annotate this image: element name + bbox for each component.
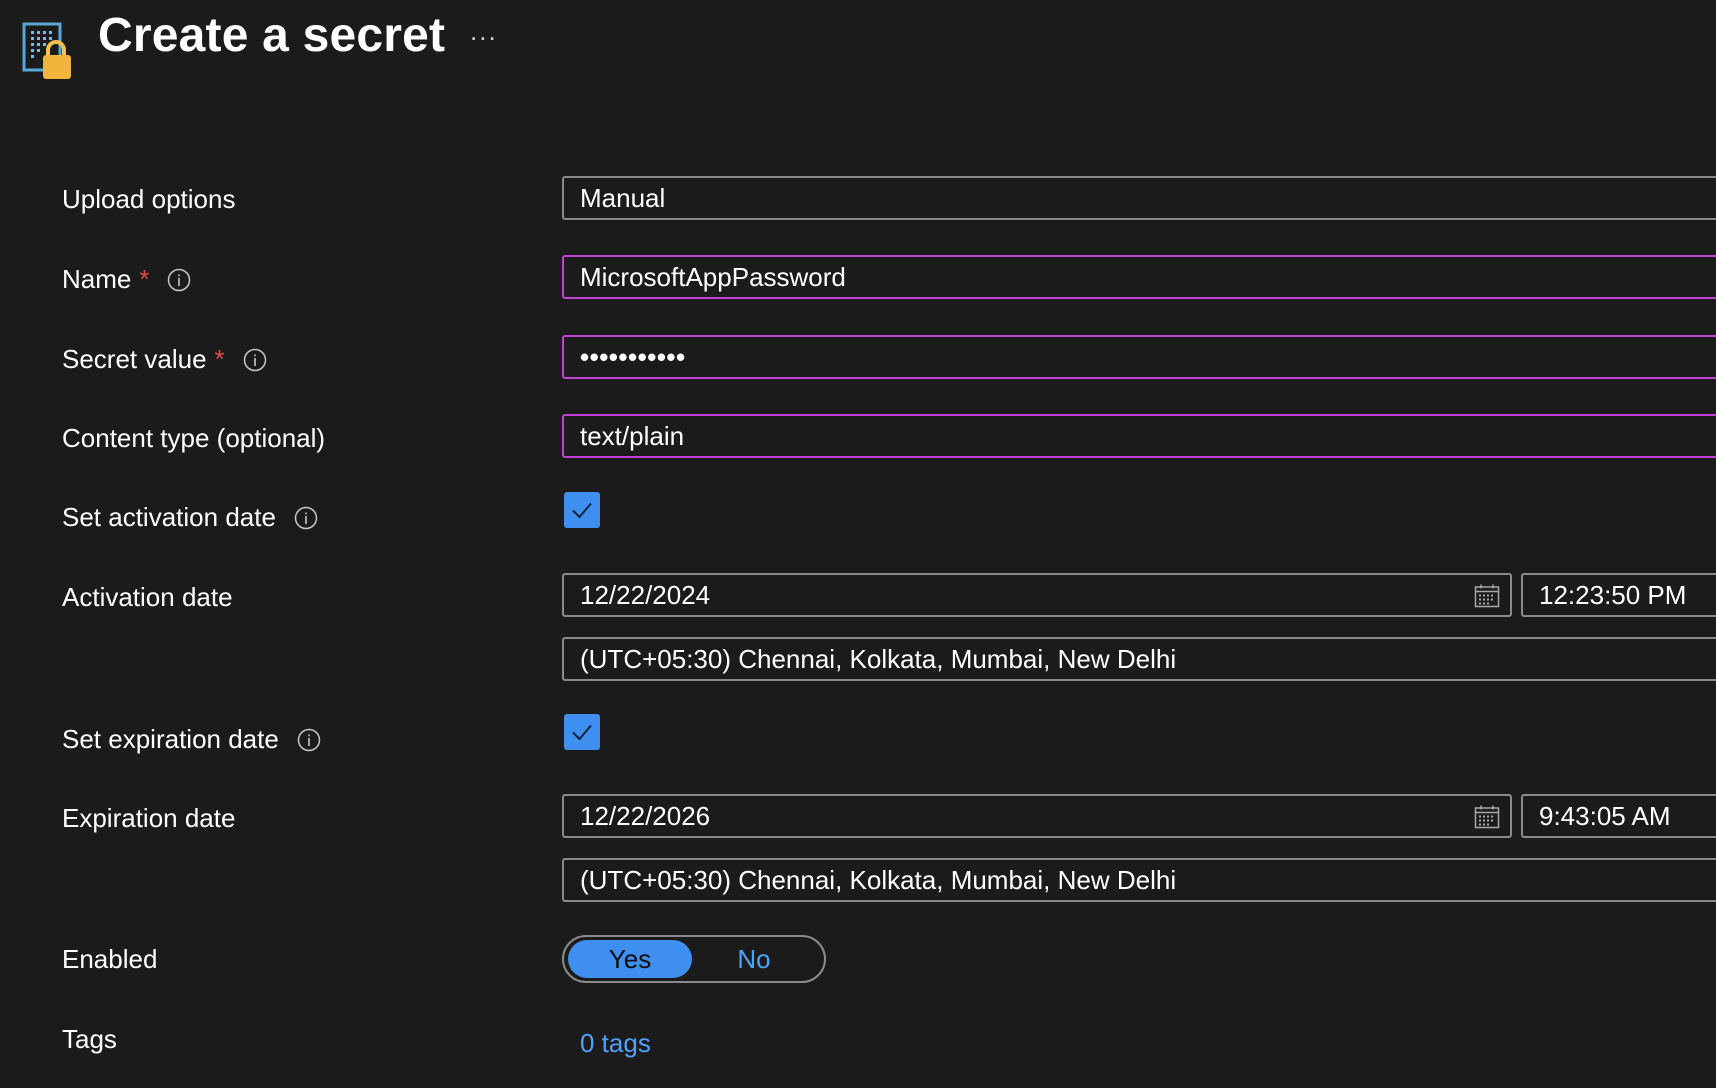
enabled-label: Enabled — [62, 944, 157, 975]
checkmark-icon — [572, 502, 592, 519]
content-type-value: text/plain — [580, 420, 685, 451]
set-expiration-info-icon[interactable] — [297, 728, 321, 752]
secret-value-input[interactable]: ••••••••••• — [562, 335, 1716, 379]
name-info-icon[interactable] — [167, 268, 191, 292]
expiration-time-input[interactable]: 9:43:05 AM — [1521, 794, 1716, 838]
name-input[interactable]: MicrosoftAppPassword — [562, 255, 1716, 299]
set-expiration-label-text: Set expiration date — [62, 724, 279, 754]
name-label: Name * — [62, 264, 191, 295]
set-activation-label-text: Set activation date — [62, 502, 276, 532]
set-expiration-checkbox[interactable] — [564, 714, 600, 750]
content-type-input[interactable]: text/plain — [562, 414, 1716, 458]
expiration-time-value: 9:43:05 AM — [1539, 800, 1671, 831]
activation-date-value: 12/22/2024 — [580, 579, 711, 610]
calendar-icon[interactable] — [1474, 805, 1500, 829]
activation-timezone-select[interactable]: (UTC+05:30) Chennai, Kolkata, Mumbai, Ne… — [562, 637, 1716, 681]
key-vault-lock-icon — [22, 22, 71, 79]
enabled-label-text: Enabled — [62, 944, 158, 974]
enabled-yes-option[interactable]: Yes — [568, 940, 692, 978]
page-title: Create a secret — [98, 9, 446, 62]
activation-date-input[interactable]: 12/22/2024 — [562, 573, 1512, 617]
upload-options-select[interactable]: Manual — [562, 176, 1716, 220]
calendar-icon[interactable] — [1474, 584, 1500, 608]
enabled-toggle[interactable]: Yes No — [562, 935, 826, 983]
create-secret-page: Create a secret ... Upload options Manua… — [0, 0, 1716, 1088]
expiration-date-input[interactable]: 12/22/2026 — [562, 794, 1512, 838]
set-activation-info-icon[interactable] — [294, 506, 318, 530]
set-expiration-label: Set expiration date — [62, 724, 321, 755]
name-input-value: MicrosoftAppPassword — [580, 261, 846, 292]
content-type-label: Content type (optional) — [62, 423, 325, 454]
content-type-label-text: Content type (optional) — [62, 423, 326, 453]
name-required-mark: * — [139, 264, 150, 294]
expiration-timezone-value: (UTC+05:30) Chennai, Kolkata, Mumbai, Ne… — [580, 864, 1177, 895]
upload-options-label-text: Upload options — [62, 184, 236, 214]
tags-label-text: Tags — [62, 1024, 117, 1054]
upload-options-value: Manual — [580, 182, 666, 213]
secret-value-masked: ••••••••••• — [580, 341, 686, 372]
name-label-text: Name — [62, 264, 132, 294]
tags-link[interactable]: 0 tags — [580, 1028, 651, 1059]
checkmark-icon — [572, 724, 592, 741]
more-options-button[interactable]: ... — [470, 16, 498, 47]
enabled-no-option[interactable]: No — [692, 940, 816, 978]
set-activation-label: Set activation date — [62, 502, 318, 533]
secret-value-required-mark: * — [214, 344, 225, 374]
activation-date-label-text: Activation date — [62, 582, 233, 612]
expiration-date-value: 12/22/2026 — [580, 800, 711, 831]
expiration-timezone-select[interactable]: (UTC+05:30) Chennai, Kolkata, Mumbai, Ne… — [562, 858, 1716, 902]
upload-options-label: Upload options — [62, 184, 235, 215]
secret-value-info-icon[interactable] — [243, 348, 267, 372]
tags-label: Tags — [62, 1024, 117, 1055]
activation-time-input[interactable]: 12:23:50 PM — [1521, 573, 1716, 617]
activation-time-value: 12:23:50 PM — [1539, 579, 1687, 610]
activation-timezone-value: (UTC+05:30) Chennai, Kolkata, Mumbai, Ne… — [580, 643, 1177, 674]
set-activation-checkbox[interactable] — [564, 492, 600, 528]
secret-value-label: Secret value * — [62, 344, 267, 375]
secret-value-label-text: Secret value — [62, 344, 207, 374]
expiration-date-label: Expiration date — [62, 803, 235, 834]
activation-date-label: Activation date — [62, 582, 233, 613]
expiration-date-label-text: Expiration date — [62, 803, 236, 833]
